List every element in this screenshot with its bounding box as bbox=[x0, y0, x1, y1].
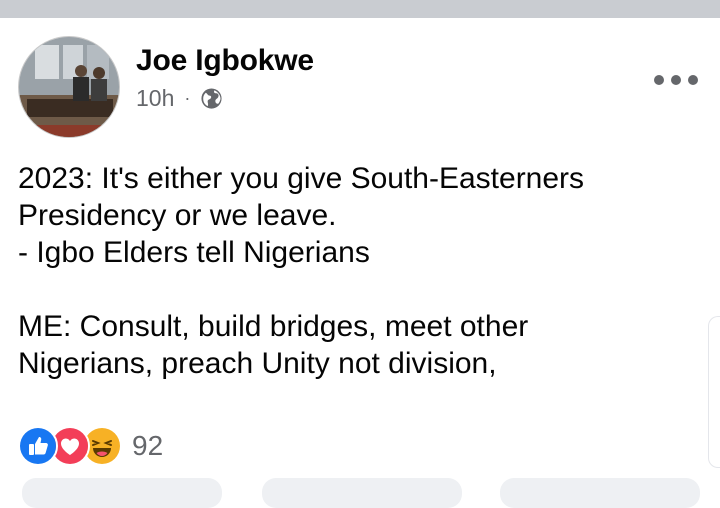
post-line: ME: Consult, build bridges, meet other bbox=[18, 310, 529, 343]
reaction-summary[interactable]: 92 bbox=[18, 426, 163, 466]
more-dot bbox=[688, 75, 698, 85]
post-line: Nigerians, preach Unity not division, bbox=[18, 347, 497, 380]
top-separator-bar bbox=[0, 0, 720, 18]
post-line-blank bbox=[18, 271, 698, 308]
comment-action-button[interactable] bbox=[262, 478, 462, 508]
post-timestamp[interactable]: 10h bbox=[136, 85, 174, 112]
post-line: Presidency or we leave. bbox=[18, 199, 337, 232]
author-name[interactable]: Joe Igbokwe bbox=[136, 44, 314, 78]
meta-separator: · bbox=[184, 87, 191, 108]
like-action-button[interactable] bbox=[22, 478, 222, 508]
more-dot bbox=[671, 75, 681, 85]
post-meta: 10h · bbox=[136, 84, 223, 112]
post-line: 2023: It's either you give South-Eastern… bbox=[18, 162, 585, 195]
post-text: 2023: It's either you give South-Eastern… bbox=[18, 160, 698, 382]
more-options-icon[interactable] bbox=[654, 66, 698, 94]
globe-icon[interactable] bbox=[200, 87, 223, 110]
author-avatar[interactable] bbox=[18, 36, 120, 138]
post-line: - Igbo Elders tell Nigerians bbox=[18, 236, 370, 269]
adjacent-card-edge bbox=[708, 316, 720, 468]
more-dot bbox=[654, 75, 664, 85]
reaction-count[interactable]: 92 bbox=[132, 430, 163, 462]
share-action-button[interactable] bbox=[500, 478, 700, 508]
like-icon bbox=[18, 426, 58, 466]
